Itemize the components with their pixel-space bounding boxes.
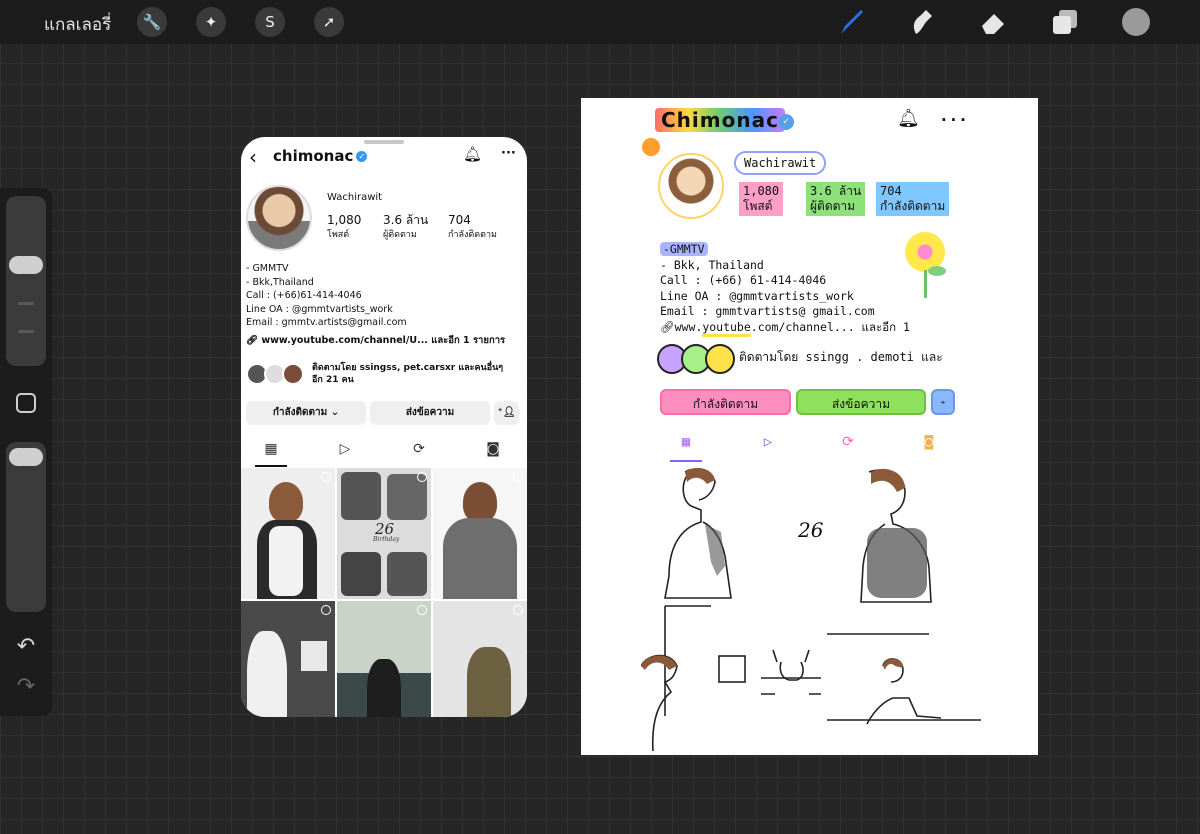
selection-icon[interactable]: S (255, 7, 285, 37)
post-grid: 26 Birthday (241, 468, 527, 717)
drawn-stat-followers: 3.6 ล้าน ผู้ติดตาม (806, 182, 866, 216)
followed-by-text: ติดตามโดย ssingss, pet.carsxr และคนอื่นๆ… (312, 363, 504, 385)
drawn-bio: -GMMTV - Bkk, Thailand Call : (+66) 61-4… (660, 242, 910, 337)
add-user-button[interactable]: ⁺👤︎ (494, 401, 519, 425)
following-button[interactable]: กำลังติดตาม ⌄ (246, 401, 366, 425)
drawn-stat-posts: 1,080 โพสต์ (739, 182, 784, 216)
verified-icon: ✓ (778, 114, 794, 130)
drawn-bio-line: - Bkk, Thailand (660, 257, 764, 272)
post-thumbnail[interactable] (433, 468, 527, 599)
stat-posts[interactable]: 1,080 โพสต์ (327, 214, 361, 242)
post-thumbnail[interactable] (241, 468, 335, 599)
drawn-tagged-icon: ◙ (924, 434, 934, 450)
drawn-tag: -GMMTV (660, 242, 708, 256)
bio-line: - Bkk,Thailand (246, 276, 314, 288)
verified-icon: ✓ (356, 151, 368, 162)
magic-wand-icon[interactable]: ✦ (196, 7, 226, 37)
flower-leaf (928, 266, 946, 276)
bio-line: Email : gmmtv.artists@gmail.com (246, 317, 407, 328)
drawn-stat-following: 704 กำลังติดตาม (876, 182, 950, 216)
window-handle[interactable] (364, 140, 404, 144)
modify-button[interactable] (16, 393, 36, 413)
active-tab-indicator (255, 465, 287, 467)
gallery-button[interactable]: แกลเลอรี่ (44, 11, 111, 38)
drawn-reels-icon: ▷ (763, 434, 773, 450)
orange-doodle (642, 138, 660, 156)
slider-tick (18, 302, 34, 305)
link-text: www.youtube.com/channel/U... และอีก 1 รา… (261, 335, 506, 346)
drawn-link: 🔗︎www.youtube.com/channel... และอีก 1 (660, 319, 910, 337)
color-picker[interactable] (1122, 8, 1150, 36)
drawn-full-name: Wachirawit (734, 151, 827, 175)
drawn-username: Chimonac (655, 108, 785, 132)
avatar[interactable] (246, 185, 312, 251)
reposts-icon[interactable]: ⟳ (409, 441, 429, 459)
drawn-bio-line: Email : gmmtvartists@ gmail.com (660, 304, 875, 318)
drawn-following-button: กำลังติดตาม (660, 389, 791, 415)
post-thumbnail[interactable]: 26 Birthday (337, 468, 431, 599)
post-thumbnail[interactable] (433, 601, 527, 717)
chevron-down-icon: ⌄ (330, 407, 340, 418)
slider-tick (18, 330, 34, 333)
bio-line: Line OA : @gmmtvartists_work (246, 303, 393, 315)
drawn-followed-by: ติดตามโดย ssingg . demoti และ (739, 350, 943, 364)
undo-icon[interactable]: ↶ (12, 634, 40, 662)
bell-icon[interactable]: 🔔︎ (463, 145, 482, 163)
drawn-post-text: 26 (798, 518, 824, 542)
brush-size-knob[interactable] (9, 256, 43, 274)
smudge-icon[interactable] (906, 6, 938, 38)
side-toolbar: ↶ ↷ (0, 188, 52, 716)
bio-line: - GMMTV (246, 263, 289, 274)
arrow-icon[interactable]: ➚ (314, 7, 344, 37)
drawn-bio-line: Call : (+66) 61-414-4046 (660, 273, 827, 287)
full-name: Wachirawit (327, 192, 383, 203)
drawn-avatar (658, 153, 724, 219)
bell-icon: 🔔︎ (897, 108, 920, 129)
followed-by[interactable]: ติดตามโดย ssingss, pet.carsxr และคนอื่นๆ… (246, 361, 526, 389)
drawn-reposts-icon: ⟳ (842, 434, 854, 450)
follower-avatar (282, 363, 304, 385)
tagged-icon[interactable]: ◙ (483, 441, 503, 459)
opacity-slider[interactable] (6, 442, 46, 612)
link-icon: 🔗︎ (246, 335, 262, 346)
brush-icon[interactable] (835, 6, 867, 38)
grid-icon[interactable]: ▦ (261, 441, 281, 459)
back-icon[interactable]: ‹ (249, 145, 257, 169)
flower-stem (924, 270, 927, 298)
profile-username: chimonac ✓ (273, 147, 368, 165)
more-icon[interactable]: ··· (501, 146, 516, 161)
stat-followers[interactable]: 3.6 ล้าน ผู้ติดตาม (383, 214, 428, 242)
redo-icon[interactable]: ↷ (12, 674, 40, 702)
profile-link[interactable]: 🔗︎ www.youtube.com/channel/U... และอีก 1… (246, 333, 505, 348)
top-toolbar: แกลเลอรี่ 🔧 ✦ S ➚ (0, 0, 1200, 44)
wrench-icon[interactable]: 🔧 (137, 7, 167, 37)
link-icon: 🔗︎ (660, 319, 675, 334)
drawn-grid-icon: ▦ (681, 434, 691, 450)
brush-size-slider[interactable] (6, 196, 46, 366)
drawn-bio-line: Line OA : @gmmtvartists_work (660, 288, 854, 303)
message-button[interactable]: ส่งข้อความ (370, 401, 490, 425)
layers-icon[interactable] (1049, 6, 1081, 38)
bio: - GMMTV - Bkk,Thailand Call : (+66)61-41… (246, 262, 407, 330)
post-thumbnail[interactable] (241, 601, 335, 717)
reference-screenshot[interactable]: ‹ chimonac ✓ 🔔︎ ··· Wachirawit 1,080 โพสต์… (241, 137, 527, 717)
stat-following[interactable]: 704 กำลังติดตาม (448, 214, 497, 242)
more-icon: ··· (939, 110, 968, 129)
drawn-follower-circle (705, 344, 735, 374)
drawn-tab-indicator (670, 460, 702, 462)
eraser-icon[interactable] (978, 6, 1010, 38)
drawn-message-button: ส่งข้อความ (796, 389, 926, 415)
drawn-add-user-button: ⁺ (931, 389, 955, 415)
profile-tabs: ▦ ▷ ⟳ ◙ (241, 437, 527, 467)
post-thumbnail[interactable] (337, 601, 431, 717)
reels-icon[interactable]: ▷ (335, 441, 355, 459)
opacity-knob[interactable] (9, 448, 43, 466)
post-subtext: Birthday (373, 536, 400, 543)
drawing-canvas[interactable]: Chimonac ✓ 🔔︎ ··· Wachirawit 1,080 โพสต์ … (581, 98, 1038, 755)
drawn-post-sketches (641, 467, 981, 751)
bio-line: Call : (+66)61-414-4046 (246, 290, 362, 301)
